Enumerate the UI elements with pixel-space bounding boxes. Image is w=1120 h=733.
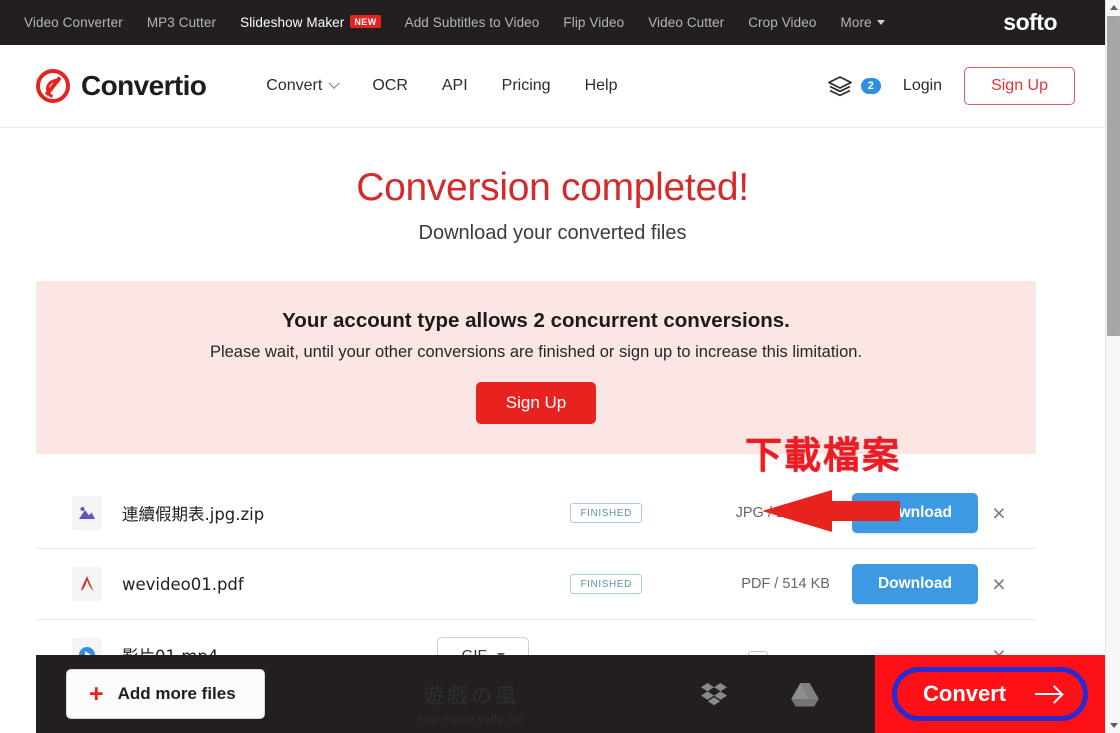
vertical-scrollbar[interactable] (1105, 0, 1120, 733)
dropbox-icon[interactable] (701, 682, 727, 706)
watermark-title: 遊戲の風 (423, 684, 519, 708)
topbar-link-crop-video[interactable]: Crop Video (748, 15, 816, 30)
add-more-files-label: Add more files (117, 684, 236, 703)
topbar-link-more[interactable]: More (840, 15, 885, 30)
file-name: wevideo01.pdf (122, 574, 244, 594)
cloud-source-icons (701, 682, 875, 707)
header-actions: 2 Login Sign Up (827, 67, 1075, 105)
hero-section: Conversion completed! Download your conv… (0, 128, 1105, 245)
nav-item-ocr[interactable]: OCR (372, 77, 408, 95)
convert-button-highlight: Convert (875, 655, 1105, 733)
new-badge: NEW (350, 15, 381, 28)
topbar-link-slideshow-maker-label: Slideshow Maker (240, 15, 345, 30)
bottom-toolbar: + Add more files 遊戲の風 http://www.softo.t… (36, 655, 1105, 733)
banner-title: Your account type allows 2 concurrent co… (282, 309, 790, 332)
scroll-down-arrow[interactable] (1106, 718, 1120, 733)
status-badge: FINISHED (570, 574, 642, 594)
brand-name: Convertio (81, 70, 207, 101)
add-more-files-button[interactable]: + Add more files (66, 669, 265, 719)
page-subtitle: Download your converted files (418, 222, 687, 244)
status-badge: FINISHED (570, 503, 642, 523)
site-watermark: 遊戲の風 http://www.softo.tw/ (366, 680, 576, 725)
nav-item-convert[interactable]: Convert (266, 77, 340, 95)
scrollbar-thumb[interactable] (1107, 16, 1120, 336)
topbar-link-slideshow-maker[interactable]: Slideshow Maker NEW (240, 15, 381, 30)
header-signup-button[interactable]: Sign Up (964, 67, 1075, 105)
triangle-down-icon (1109, 723, 1118, 728)
watermark-url: http://www.softo.tw/ (417, 714, 525, 725)
chevron-down-icon (876, 20, 885, 25)
download-button[interactable]: Download (851, 493, 978, 533)
download-button[interactable]: Download (851, 564, 978, 604)
file-name: 連續假期表.jpg.zip (122, 505, 265, 524)
banner-subtitle: Please wait, until your other conversion… (209, 343, 863, 361)
promo-topbar: Video Converter MP3 Cutter Slideshow Mak… (0, 0, 1105, 45)
file-meta: JPG / 1.08 MB (735, 505, 830, 521)
triangle-up-icon (1109, 5, 1118, 10)
table-row: 連續假期表.jpg.zip FINISHED JPG / 1.08 MB Dow… (36, 478, 1036, 549)
close-icon[interactable]: × (978, 572, 1020, 596)
topbar-link-flip-video[interactable]: Flip Video (563, 15, 624, 30)
nav-item-help[interactable]: Help (585, 77, 618, 95)
close-icon[interactable]: × (978, 501, 1020, 525)
page-root: Video Converter MP3 Cutter Slideshow Mak… (0, 0, 1120, 733)
login-link[interactable]: Login (903, 77, 942, 95)
nav-item-pricing[interactable]: Pricing (502, 77, 551, 95)
plus-icon: + (89, 680, 104, 708)
topbar-link-video-converter[interactable]: Video Converter (24, 15, 123, 30)
softo-logo[interactable]: softo (1003, 9, 1057, 36)
topbar-link-video-cutter[interactable]: Video Cutter (648, 15, 724, 30)
pdf-file-icon (72, 567, 102, 601)
convertio-brand-link[interactable]: Convertio (36, 69, 207, 103)
convertio-logo-icon (36, 69, 70, 103)
convert-button-label: Convert (923, 681, 1007, 706)
table-row: wevideo01.pdf FINISHED PDF / 514 KB Down… (36, 549, 1036, 620)
page-title: Conversion completed! (356, 166, 749, 209)
scroll-up-arrow[interactable] (1106, 0, 1120, 15)
annotation-chinese-download-file: 下載檔案 (745, 434, 901, 477)
file-meta: PDF / 514 KB (741, 576, 830, 592)
nav-item-api[interactable]: API (442, 77, 468, 95)
banner-signup-button[interactable]: Sign Up (475, 382, 597, 424)
topbar-link-add-subtitles[interactable]: Add Subtitles to Video (405, 15, 540, 30)
image-file-icon (72, 496, 102, 530)
site-header: Convertio Convert OCR API Pricing Help 2… (0, 45, 1105, 128)
arrow-right-icon (1035, 693, 1061, 695)
chevron-down-icon (328, 77, 340, 89)
google-drive-icon[interactable] (791, 682, 819, 707)
main-nav: Convert OCR API Pricing Help (266, 77, 617, 95)
conversion-count-badge[interactable]: 2 (860, 78, 881, 94)
convert-button[interactable]: Convert (892, 667, 1088, 721)
layers-icon[interactable]: 2 (827, 74, 881, 98)
topbar-link-mp3-cutter[interactable]: MP3 Cutter (147, 15, 216, 30)
topbar-link-more-label: More (840, 15, 872, 30)
nav-item-convert-label: Convert (266, 77, 323, 94)
